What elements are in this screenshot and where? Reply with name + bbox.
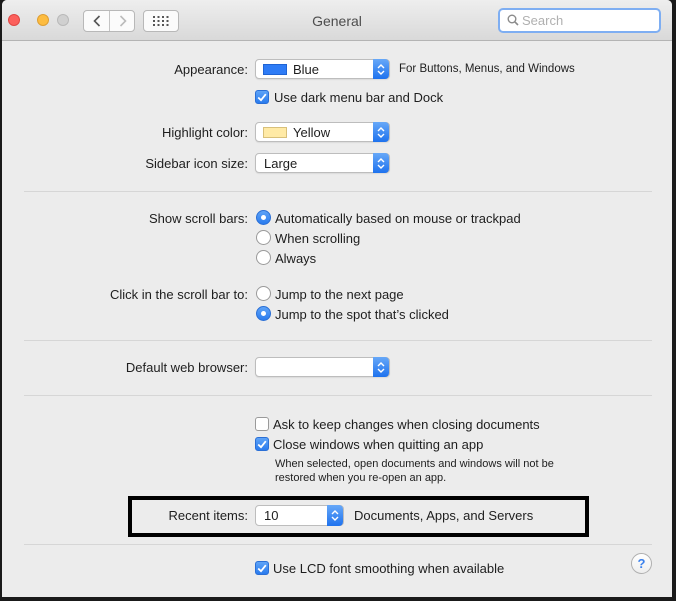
highlight-value: Yellow	[293, 125, 331, 140]
highlight-color-swatch	[263, 127, 287, 138]
checkmark-icon	[257, 93, 267, 102]
close-windows-note-line-1: When selected, open documents and window…	[275, 458, 554, 470]
recent-items-suffix: Documents, Apps, and Servers	[354, 508, 534, 523]
click-scroll-label: Click in the scroll bar to:	[110, 287, 248, 302]
help-button[interactable]: ?	[631, 553, 652, 574]
sidebar-icon-size-value: Large	[264, 156, 298, 171]
appearance-label: Appearance:	[174, 62, 248, 77]
search-field[interactable]	[498, 8, 661, 33]
search-input[interactable]	[522, 12, 652, 29]
scroll-bars-radio-automatic[interactable]	[256, 210, 271, 225]
checkmark-icon	[257, 440, 267, 449]
sidebar-icon-size-popup[interactable]: Large	[255, 153, 390, 173]
recent-items-value: 10	[264, 508, 279, 523]
recent-items-popup[interactable]: 10	[255, 505, 344, 526]
updown-arrows-icon	[327, 505, 343, 526]
scroll-bars-option-automatic: Automatically based on mouse or trackpad	[275, 211, 521, 226]
highlight-popup[interactable]: Yellow	[255, 122, 390, 142]
divider	[24, 191, 652, 192]
updown-arrows-icon	[373, 357, 389, 377]
appearance-popup[interactable]: Blue	[255, 59, 390, 79]
default-browser-popup[interactable]	[255, 357, 390, 377]
ask-keep-changes-checkbox[interactable]	[255, 417, 269, 431]
dark-menu-label: Use dark menu bar and Dock	[274, 90, 444, 105]
click-scroll-option-next-page: Jump to the next page	[275, 287, 404, 302]
scroll-bars-radio-always[interactable]	[256, 250, 271, 265]
click-scroll-radio-next-page[interactable]	[256, 286, 271, 301]
scroll-bars-radio-when-scrolling[interactable]	[256, 230, 271, 245]
highlight-label: Highlight color:	[162, 125, 248, 140]
divider	[24, 395, 652, 396]
search-icon	[507, 14, 519, 26]
recent-items-label: Recent items:	[168, 508, 248, 523]
appearance-note: For Buttons, Menus, and Windows	[399, 63, 575, 75]
divider	[24, 544, 652, 545]
click-scroll-option-spot: Jump to the spot that’s clicked	[275, 307, 449, 322]
dark-menu-checkbox[interactable]	[255, 90, 269, 104]
sidebar-icon-size-label: Sidebar icon size:	[145, 156, 248, 171]
close-windows-label: Close windows when quitting an app	[273, 437, 484, 452]
scroll-bars-option-when-scrolling: When scrolling	[275, 231, 361, 246]
checkmark-icon	[257, 564, 267, 573]
appearance-color-swatch	[263, 64, 287, 75]
updown-arrows-icon	[373, 59, 389, 79]
help-icon: ?	[637, 556, 646, 571]
updown-arrows-icon	[373, 153, 389, 173]
close-windows-note-line-2: restored when you re-open an app.	[275, 472, 447, 484]
close-windows-checkbox[interactable]	[255, 437, 269, 451]
ask-keep-changes-label: Ask to keep changes when closing documen…	[273, 417, 540, 432]
divider	[24, 340, 652, 341]
preferences-window: General Appearance: Blue For Buttons, Me…	[2, 0, 672, 597]
lcd-smoothing-checkbox[interactable]	[255, 561, 269, 575]
scroll-bars-option-always: Always	[275, 251, 317, 266]
title-bar: General	[2, 0, 672, 41]
click-scroll-radio-spot[interactable]	[256, 306, 271, 321]
default-browser-label: Default web browser:	[125, 360, 248, 375]
updown-arrows-icon	[373, 122, 389, 142]
lcd-smoothing-label: Use LCD font smoothing when available	[273, 561, 505, 576]
appearance-value: Blue	[293, 62, 320, 77]
scroll-bars-label: Show scroll bars:	[149, 211, 248, 226]
